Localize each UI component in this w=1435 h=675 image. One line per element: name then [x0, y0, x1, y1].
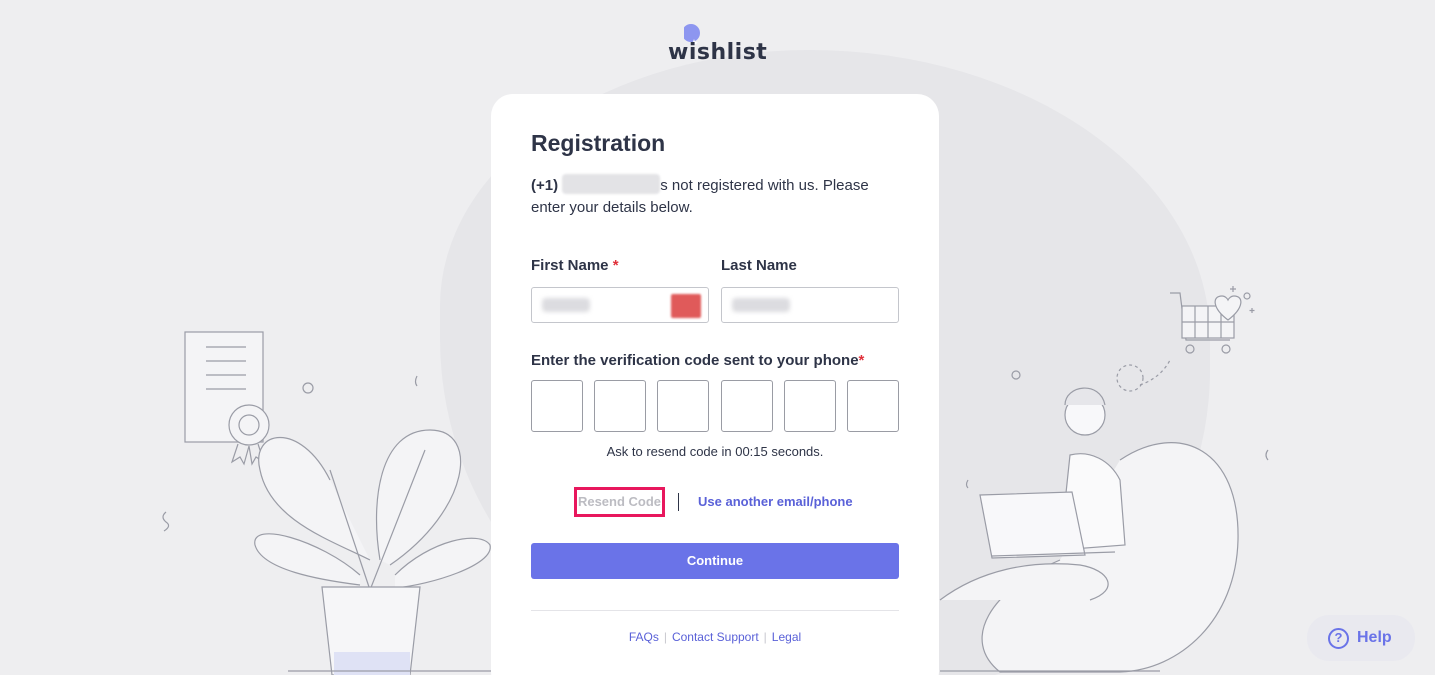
question-circle-icon: ? — [1328, 628, 1349, 649]
contact-support-link[interactable]: Contact Support — [672, 630, 759, 644]
help-label: Help — [1357, 629, 1392, 646]
code-digit-2[interactable] — [594, 380, 646, 432]
code-digit-6[interactable] — [847, 380, 899, 432]
footer-links: FAQs | Contact Support | Legal — [491, 630, 939, 644]
code-digit-1[interactable] — [531, 380, 583, 432]
brand-name: wishlist — [668, 40, 768, 65]
country-code: (+1) — [531, 177, 559, 194]
code-digit-4[interactable] — [721, 380, 773, 432]
verification-label: Enter the verification code sent to your… — [531, 352, 864, 369]
link-divider — [678, 493, 679, 511]
registration-message: (+1) s not registered with us. Please en… — [531, 174, 901, 219]
footer-separator: | — [663, 630, 667, 644]
registration-card: Registration (+1) s not registered with … — [491, 94, 939, 675]
redacted-phone-number — [562, 174, 661, 194]
resend-code-button[interactable]: Resend Code — [574, 487, 665, 517]
footer-separator: | — [763, 630, 767, 644]
page-title: Registration — [531, 130, 666, 156]
last-name-field[interactable] — [721, 287, 899, 323]
use-another-email-phone-link[interactable]: Use another email/phone — [698, 494, 853, 509]
redacted-last-name — [732, 298, 790, 312]
faqs-link[interactable]: FAQs — [629, 630, 659, 644]
help-button[interactable]: ? Help — [1307, 615, 1415, 661]
last-name-label: Last Name — [721, 257, 797, 274]
first-name-field[interactable] — [531, 287, 709, 323]
code-digit-3[interactable] — [657, 380, 709, 432]
verification-label-text: Enter the verification code sent to your… — [531, 352, 859, 369]
brand-logo: wishlist — [668, 24, 768, 68]
resend-timer: Ask to resend code in 00:15 seconds. — [606, 444, 824, 459]
code-digit-5[interactable] — [784, 380, 836, 432]
required-marker: * — [612, 257, 619, 274]
legal-link[interactable]: Legal — [772, 630, 801, 644]
required-marker: * — [858, 352, 865, 369]
redacted-first-name — [542, 298, 590, 312]
first-name-label-text: First Name — [531, 257, 609, 274]
autofill-badge[interactable] — [671, 294, 701, 318]
first-name-label: First Name * — [531, 257, 619, 274]
footer-divider — [531, 610, 899, 611]
continue-button[interactable]: Continue — [531, 543, 899, 579]
